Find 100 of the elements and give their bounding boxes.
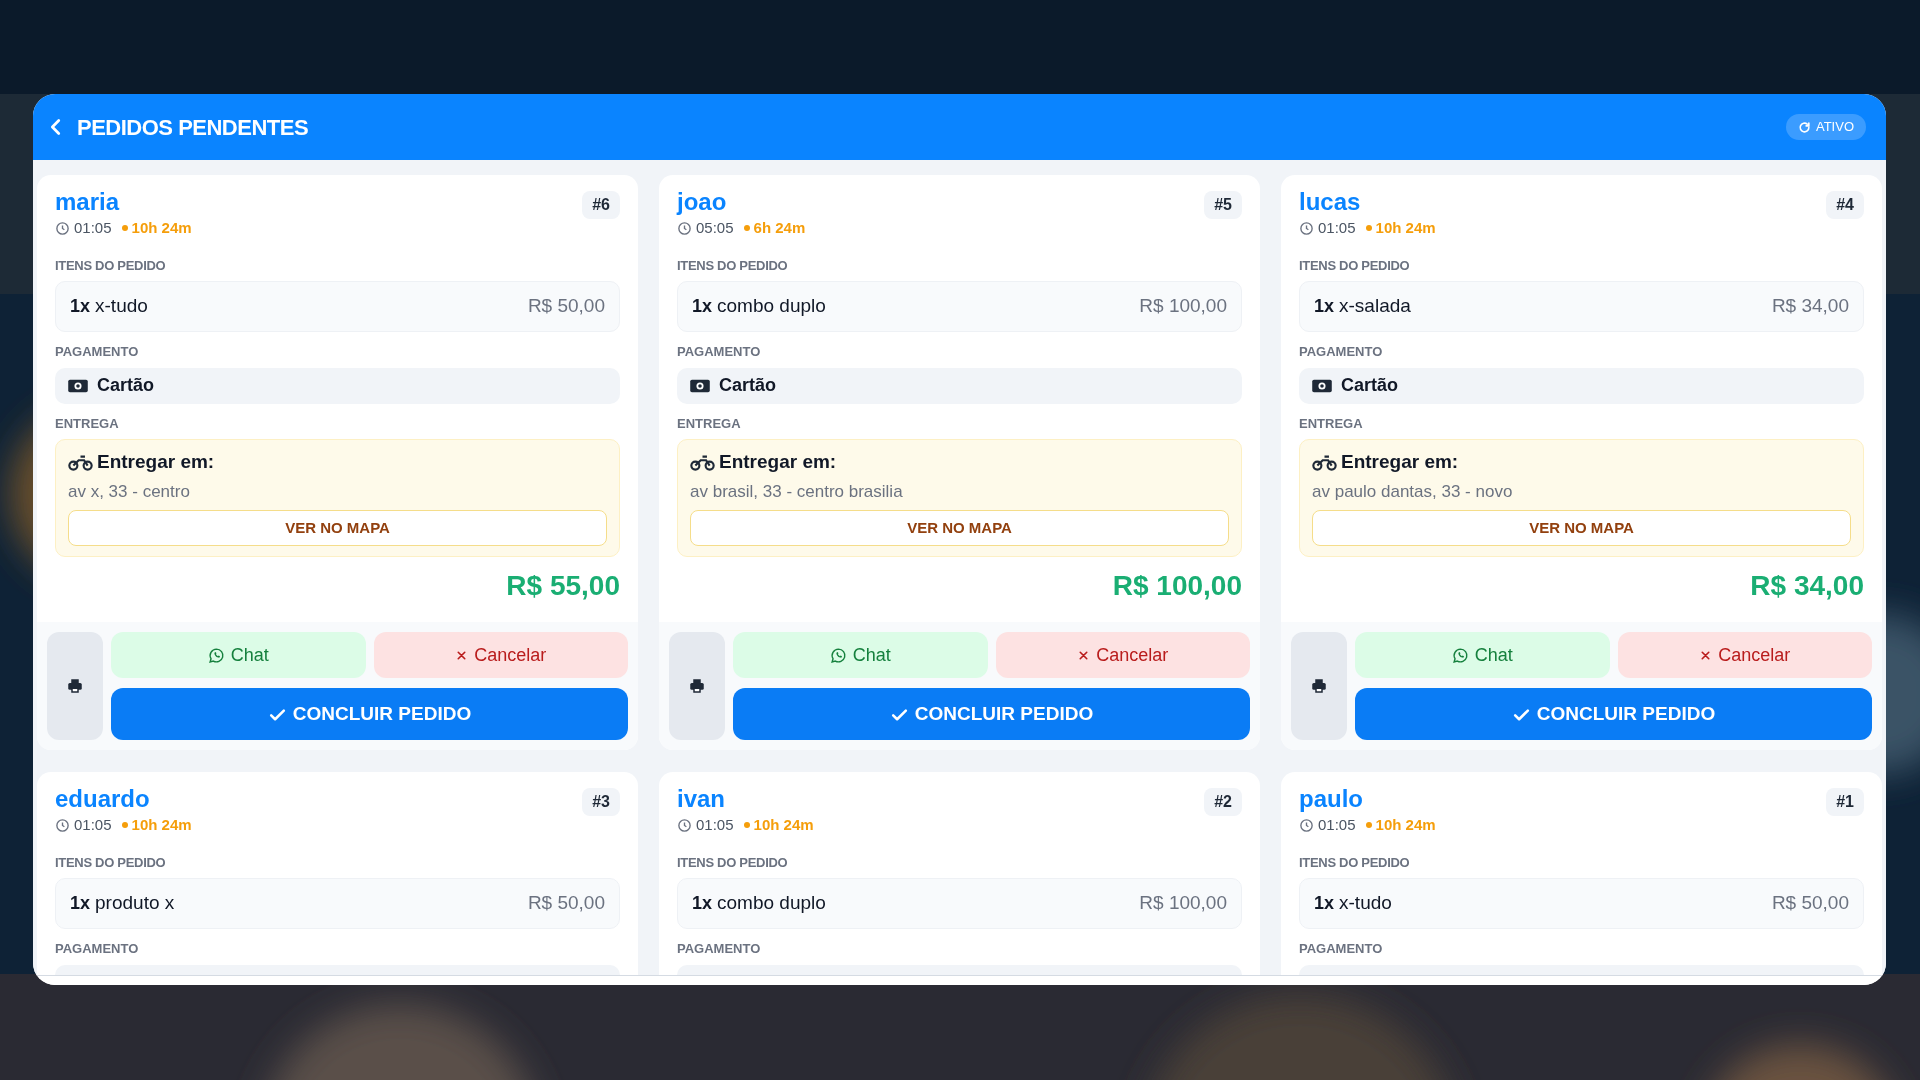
order-time: 01:05 xyxy=(74,815,112,835)
elapsed-time: 10h 24m xyxy=(1375,218,1436,238)
chat-button[interactable]: Chat xyxy=(1355,632,1610,678)
cancel-button[interactable]: Cancelar xyxy=(1617,632,1872,678)
item-name: combo duplo xyxy=(717,891,826,916)
item-quantity: 1x xyxy=(70,295,91,319)
clock-icon xyxy=(55,817,70,833)
chat-button[interactable]: Chat xyxy=(111,632,366,678)
clock-icon xyxy=(1299,220,1314,236)
elapsed-time: 10h 24m xyxy=(753,815,814,835)
item-name: x-tudo xyxy=(1339,891,1392,916)
elapsed-time: 10h 24m xyxy=(1375,815,1436,835)
item-name: x-salada xyxy=(1339,294,1411,319)
order-total: R$ 55,00 xyxy=(506,569,620,603)
item-price: R$ 50,00 xyxy=(1771,891,1849,916)
clock-icon xyxy=(55,220,70,236)
confirm-button[interactable]: CONCLUIR PEDIDO xyxy=(111,688,628,740)
item-price: R$ 100,00 xyxy=(1139,891,1227,916)
order-number: #5 xyxy=(1204,191,1242,219)
map-button[interactable]: VER NO MAPA xyxy=(1312,510,1851,546)
delivery-address: av x, 33 - centro xyxy=(68,480,191,503)
confirm-button[interactable]: CONCLUIR PEDIDO xyxy=(1355,688,1872,740)
section-label: ITENS DO PEDIDO xyxy=(677,256,789,275)
delivery-title: Entregar em: xyxy=(719,450,837,474)
order-number: #2 xyxy=(1204,788,1242,816)
section-label: ENTREGA xyxy=(55,414,120,433)
chat-bubble-icon xyxy=(829,646,847,664)
section-label: ITENS DO PEDIDO xyxy=(677,853,789,872)
refresh-icon xyxy=(1797,120,1811,134)
motorcycle-icon xyxy=(690,453,715,472)
banknote-icon xyxy=(67,377,89,394)
clock-icon xyxy=(677,817,692,833)
page-title: PEDIDOS PENDENTES xyxy=(77,113,309,142)
banknote-icon xyxy=(689,377,711,394)
item-quantity: 1x xyxy=(1314,892,1335,916)
section-label: ENTREGA xyxy=(1299,414,1364,433)
banknote-icon xyxy=(1311,377,1333,394)
order-number: #1 xyxy=(1826,788,1864,816)
motorcycle-icon xyxy=(1312,453,1337,472)
delivery-title: Entregar em: xyxy=(97,450,215,474)
delivery-title: Entregar em: xyxy=(1341,450,1459,474)
delivery-address: av paulo dantas, 33 - novo xyxy=(1312,480,1514,503)
chat-bubble-icon xyxy=(1451,646,1469,664)
section-label: ITENS DO PEDIDO xyxy=(1299,256,1411,275)
section-label: PAGAMENTO xyxy=(1299,940,1384,958)
delivery-address: av brasil, 33 - centro brasilia xyxy=(690,480,904,503)
section-label: PAGAMENTO xyxy=(677,940,762,958)
clock-icon xyxy=(677,220,692,236)
print-button[interactable] xyxy=(47,632,103,740)
item-name: combo duplo xyxy=(717,294,826,319)
order-number: #6 xyxy=(582,191,620,219)
map-button[interactable]: VER NO MAPA xyxy=(68,510,607,546)
item-price: R$ 50,00 xyxy=(527,294,605,319)
chat-bubble-icon xyxy=(207,646,225,664)
item-quantity: 1x xyxy=(1314,295,1335,319)
item-quantity: 1x xyxy=(692,295,713,319)
elapsed-time: 10h 24m xyxy=(131,218,192,238)
clock-icon xyxy=(1299,817,1314,833)
section-label: ENTREGA xyxy=(677,414,742,433)
section-label: PAGAMENTO xyxy=(677,343,762,361)
customer-name: ivan xyxy=(677,786,727,812)
item-quantity: 1x xyxy=(692,892,713,916)
section-label: ITENS DO PEDIDO xyxy=(55,256,167,275)
order-total: R$ 100,00 xyxy=(1112,569,1242,603)
customer-name: joao xyxy=(677,189,728,215)
printer-icon xyxy=(66,677,84,695)
item-price: R$ 34,00 xyxy=(1771,294,1849,319)
cancel-button[interactable]: Cancelar xyxy=(373,632,628,678)
order-time: 01:05 xyxy=(696,815,734,835)
motorcycle-icon xyxy=(68,453,93,472)
print-button[interactable] xyxy=(1291,632,1347,740)
item-price: R$ 100,00 xyxy=(1139,294,1227,319)
chat-button[interactable]: Chat xyxy=(733,632,988,678)
item-price: R$ 50,00 xyxy=(527,891,605,916)
payment-method: Cartão xyxy=(719,374,776,397)
item-name: produto x xyxy=(95,891,175,916)
elapsed-time: 10h 24m xyxy=(131,815,192,835)
cancel-button[interactable]: Cancelar xyxy=(995,632,1250,678)
order-number: #4 xyxy=(1826,191,1864,219)
order-total: R$ 34,00 xyxy=(1750,569,1864,603)
section-label: PAGAMENTO xyxy=(55,343,140,361)
customer-name: maria xyxy=(55,189,121,215)
payment-method: Cartão xyxy=(1341,374,1398,397)
printer-icon xyxy=(688,677,706,695)
order-number: #3 xyxy=(582,788,620,816)
print-button[interactable] xyxy=(669,632,725,740)
order-time: 01:05 xyxy=(1318,218,1356,238)
item-quantity: 1x xyxy=(70,892,91,916)
customer-name: paulo xyxy=(1299,786,1364,812)
order-time: 01:05 xyxy=(1318,815,1356,835)
section-label: PAGAMENTO xyxy=(55,940,140,958)
section-label: ITENS DO PEDIDO xyxy=(1299,853,1411,872)
section-label: ITENS DO PEDIDO xyxy=(55,853,167,872)
section-label: PAGAMENTO xyxy=(1299,343,1384,361)
confirm-button[interactable]: CONCLUIR PEDIDO xyxy=(733,688,1250,740)
elapsed-time: 6h 24m xyxy=(753,218,806,238)
status-badge: ATIVO xyxy=(1785,114,1866,140)
customer-name: lucas xyxy=(1299,189,1362,215)
customer-name: eduardo xyxy=(55,786,151,812)
map-button[interactable]: VER NO MAPA xyxy=(690,510,1229,546)
